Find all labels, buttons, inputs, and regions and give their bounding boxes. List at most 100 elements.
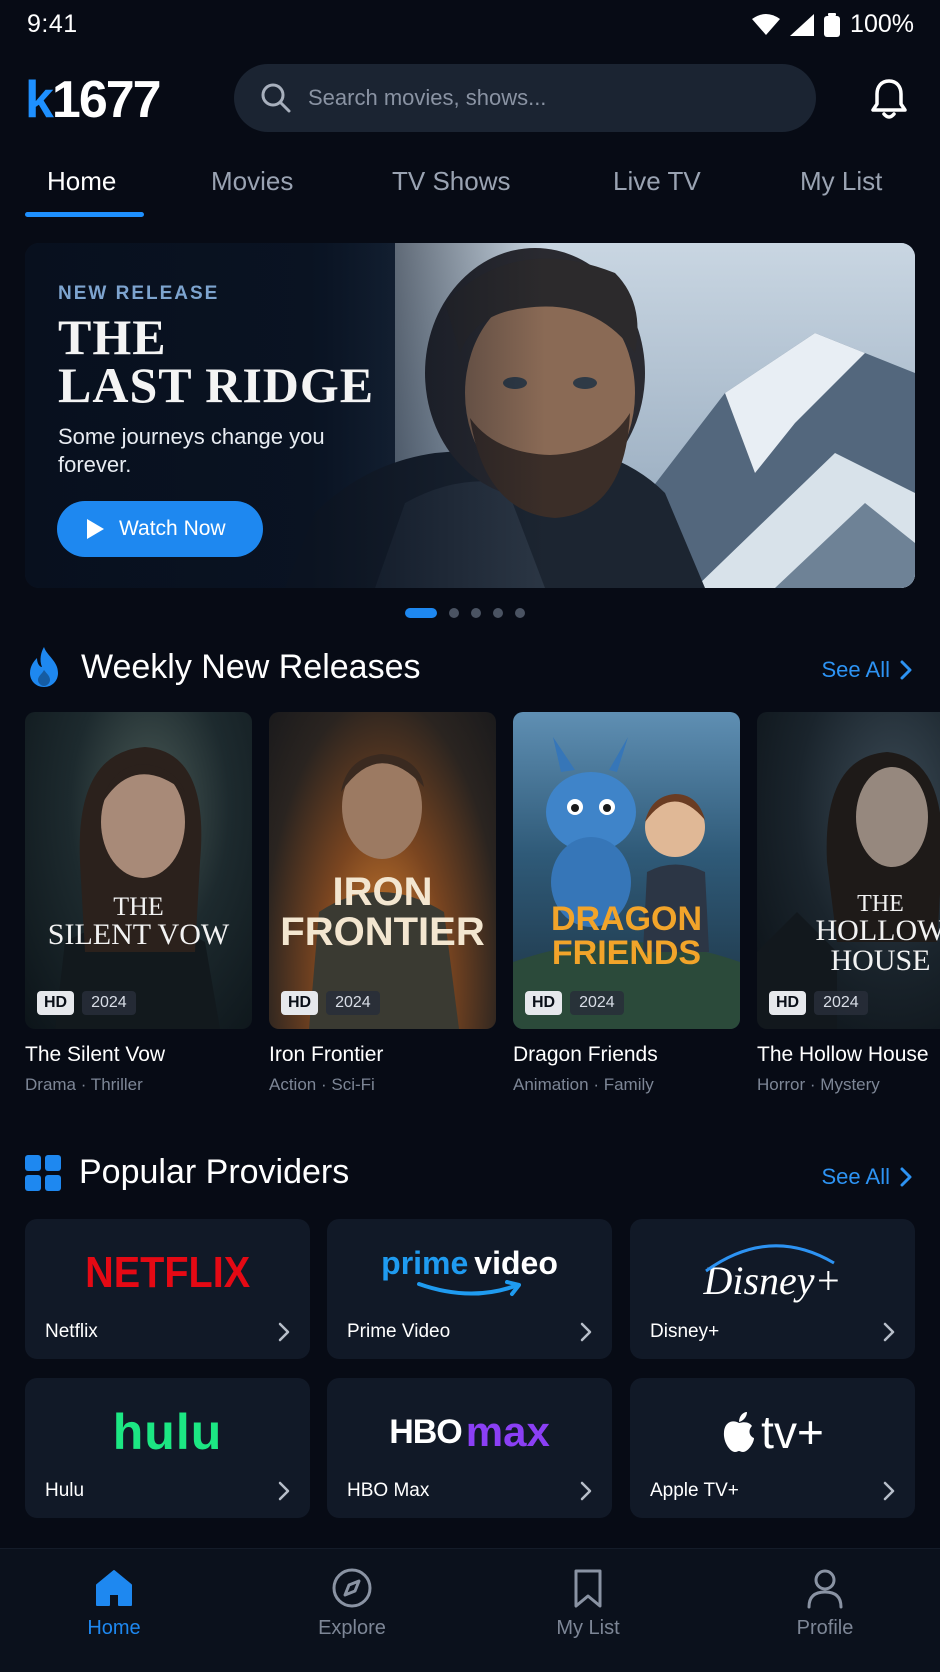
hero-dot-2[interactable]: [449, 608, 459, 618]
release-title: Iron Frontier: [269, 1043, 384, 1066]
poster-image: DRAGON FRIENDS HD 2024: [513, 712, 740, 1029]
provider-card-apple-tv-plus[interactable]: tv+ Apple TV+: [630, 1378, 915, 1518]
provider-card-prime-video[interactable]: prime video Prime Video: [327, 1219, 612, 1359]
providers-see-all-link[interactable]: See All: [822, 1164, 913, 1190]
release-card[interactable]: IRON FRONTIER HD 2024 Iron Frontier Acti…: [269, 712, 496, 1095]
release-title: The Hollow House: [757, 1043, 929, 1066]
hulu-logo: hulu: [25, 1396, 310, 1468]
app-logo[interactable]: k1677: [25, 68, 162, 132]
watch-now-button[interactable]: Watch Now: [57, 501, 263, 557]
hd-badge: HD: [281, 991, 319, 1015]
apple-icon: [724, 1412, 755, 1452]
weekly-see-all-link[interactable]: See All: [822, 657, 913, 683]
chevron-right-icon: [900, 1167, 912, 1187]
grid-icon: [25, 1154, 61, 1191]
battery-percent: 100%: [850, 10, 914, 38]
provider-card-hbo-max[interactable]: HBO max HBO Max: [327, 1378, 612, 1518]
hero-title-line1: THE: [58, 309, 167, 365]
provider-card-disney-plus[interactable]: Disney+ Disney+: [630, 1219, 915, 1359]
hero-title-line2: LAST RIDGE: [58, 357, 375, 413]
disney-plus-logo: Disney+: [630, 1237, 915, 1309]
providers-see-all-label: See All: [821, 1164, 891, 1189]
poster-art: [513, 737, 740, 1029]
apple-tv-logo-text: tv+: [761, 1406, 824, 1458]
poster-image: THE SILENT VOW HD 2024: [25, 712, 252, 1029]
bookmark-icon: [574, 1569, 602, 1608]
poster-title-line: SILENT VOW: [47, 918, 230, 951]
poster-title: IRON FRONTIER: [269, 872, 496, 952]
weekly-section-header: Weekly New Releases: [25, 646, 421, 688]
status-time: 9:41: [27, 10, 78, 38]
release-card[interactable]: THE HOLLOW HOUSE HD 2024 The Hollow Hous…: [757, 712, 940, 1095]
poster-badges: HD 2024: [769, 991, 868, 1015]
play-icon: [87, 519, 104, 539]
provider-card-hulu[interactable]: hulu Hulu: [25, 1378, 310, 1518]
hero-banner[interactable]: NEW RELEASE THE LAST RIDGE Some journeys…: [25, 243, 915, 588]
nav-profile-label: Profile: [796, 1617, 854, 1639]
category-tabs: Home Movies TV Shows Live TV My List: [0, 160, 940, 220]
poster-title-line: FRIENDS: [551, 934, 702, 972]
bell-icon: [871, 79, 907, 119]
hero-dot-4[interactable]: [493, 608, 503, 618]
poster-title-line: HOLLOW: [815, 914, 940, 947]
provider-name: Hulu: [45, 1480, 85, 1501]
provider-card-netflix[interactable]: NETFLIX Netflix: [25, 1219, 310, 1359]
release-genre: Action · Sci-Fi: [269, 1075, 375, 1094]
poster-title-line: IRON: [332, 870, 433, 914]
prime-video-logo: prime video: [327, 1237, 612, 1309]
release-card[interactable]: THE SILENT VOW HD 2024 The Silent Vow Dr…: [25, 712, 252, 1095]
chevron-right-icon: [883, 1322, 895, 1342]
provider-name: Apple TV+: [650, 1480, 739, 1501]
poster-badges: HD 2024: [525, 991, 624, 1015]
provider-name: HBO Max: [347, 1480, 430, 1501]
release-card[interactable]: DRAGON FRIENDS HD 2024 Dragon Friends An…: [513, 712, 740, 1095]
nav-home[interactable]: Home: [34, 1567, 194, 1640]
year-badge: 2024: [82, 991, 136, 1015]
weekly-section-title: Weekly New Releases: [81, 647, 421, 686]
chevron-right-icon: [278, 1322, 290, 1342]
chevron-right-icon: [580, 1322, 592, 1342]
bottom-navigation: Home Explore My List Profile: [0, 1548, 940, 1672]
providers-section-title: Popular Providers: [79, 1153, 350, 1191]
chevron-right-icon: [278, 1481, 290, 1501]
weekly-releases-carousel[interactable]: THE SILENT VOW HD 2024 The Silent Vow Dr…: [25, 712, 940, 1112]
chevron-right-icon: [883, 1481, 895, 1501]
compass-icon: [332, 1568, 372, 1608]
nav-explore[interactable]: Explore: [272, 1567, 432, 1640]
hero-dot-5[interactable]: [515, 608, 525, 618]
tab-live-tv[interactable]: Live TV: [613, 166, 701, 197]
tab-movies[interactable]: Movies: [211, 166, 293, 197]
hbo-max-logo: HBO max: [327, 1396, 612, 1468]
poster-art: [757, 752, 940, 1029]
prime-logo-text: prime: [381, 1245, 469, 1281]
chevron-right-icon: [580, 1481, 592, 1501]
year-badge: 2024: [814, 991, 868, 1015]
hero-kicker: NEW RELEASE: [58, 283, 220, 304]
logo-letter: k: [25, 71, 54, 129]
search-input[interactable]: [308, 85, 768, 111]
battery-icon: [824, 12, 841, 37]
hero-subtitle: Some journeys change you forever.: [58, 424, 325, 477]
tab-my-list[interactable]: My List: [800, 166, 882, 197]
hero-title: THE LAST RIDGE: [58, 309, 418, 413]
poster-title: THE SILENT VOW: [25, 894, 252, 950]
poster-title: THE HOLLOW HOUSE: [767, 892, 940, 976]
weekly-see-all-label: See All: [821, 657, 891, 682]
search-bar[interactable]: [234, 64, 816, 132]
poster-badges: HD 2024: [37, 991, 136, 1015]
provider-name: Netflix: [45, 1321, 98, 1342]
fire-icon: [30, 647, 58, 687]
poster-image: IRON FRONTIER HD 2024: [269, 712, 496, 1029]
logo-number: 1677: [51, 71, 162, 129]
nav-my-list[interactable]: My List: [508, 1567, 668, 1640]
nav-profile[interactable]: Profile: [745, 1567, 905, 1640]
notifications-button[interactable]: [866, 76, 912, 122]
poster-title-line: THE: [857, 891, 904, 917]
year-badge: 2024: [570, 991, 624, 1015]
tab-home[interactable]: Home: [47, 166, 116, 197]
nav-home-label: Home: [87, 1617, 141, 1639]
tab-tv-shows[interactable]: TV Shows: [392, 166, 511, 197]
hero-dot-3[interactable]: [471, 608, 481, 618]
hbo-logo-text: HBO: [389, 1412, 463, 1451]
hero-dot-1[interactable]: [405, 608, 437, 618]
